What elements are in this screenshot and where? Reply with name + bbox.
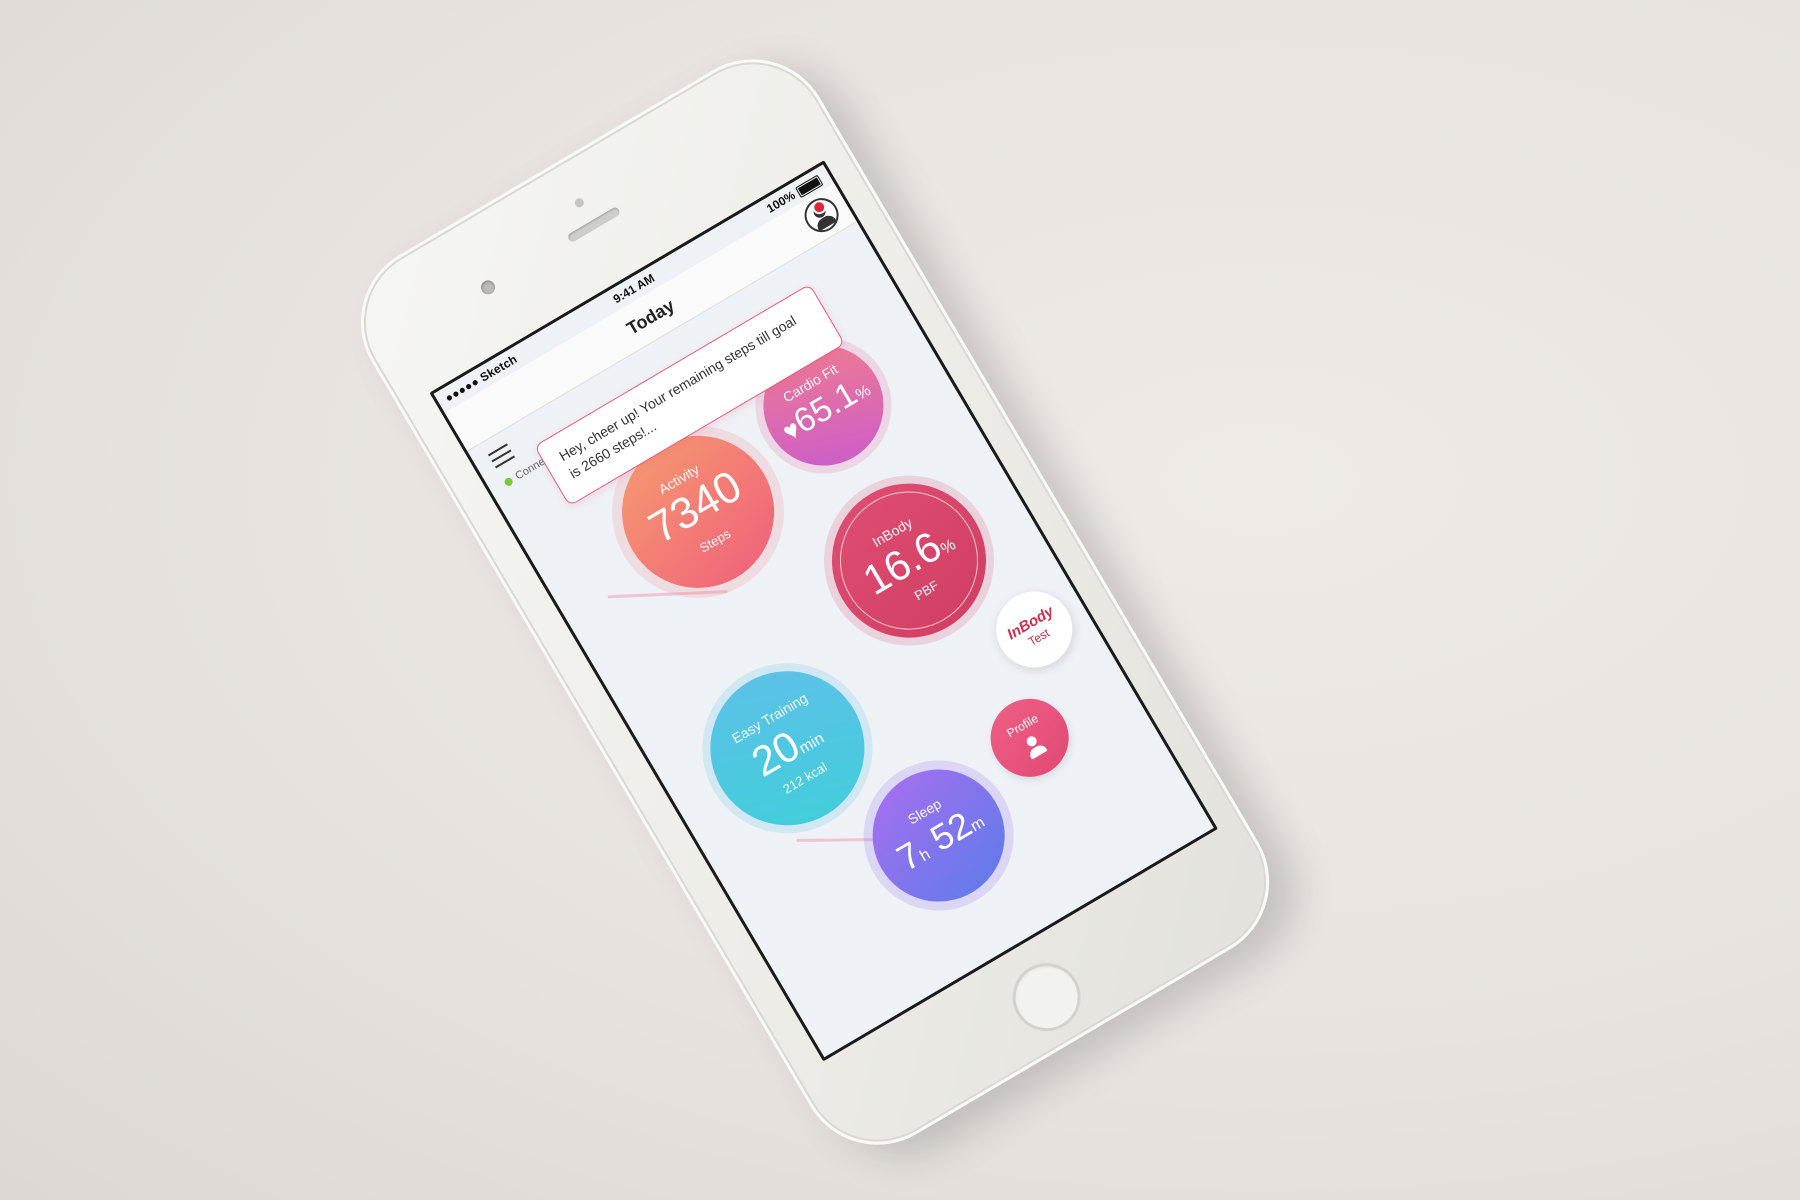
front-camera <box>478 277 498 297</box>
inbody-bubble[interactable]: InBody 16.6% PBF <box>803 455 1015 666</box>
person-icon <box>1021 732 1048 760</box>
proximity-sensor <box>573 196 586 210</box>
sleep-bubble[interactable]: Sleep 7h 52m <box>848 745 1030 926</box>
easy-training-bubble[interactable]: Easy Training 20min 212 kcal <box>681 642 893 854</box>
earpiece-speaker <box>566 205 622 244</box>
home-button[interactable] <box>1000 950 1094 1044</box>
connected-dot-icon <box>503 476 515 488</box>
app-screen: ●●●●● Sketch 9:41 AM 100% Today Connecte… <box>429 160 1218 1062</box>
notification-badge <box>809 197 829 217</box>
inbody-test-button[interactable]: InBody Test <box>982 577 1087 682</box>
phone: ●●●●● Sketch 9:41 AM 100% Today Connecte… <box>332 30 1298 1174</box>
hamburger-menu-icon[interactable] <box>487 443 516 469</box>
desk-background: ●●●●● Sketch 9:41 AM 100% Today Connecte… <box>0 0 1800 1200</box>
profile-button[interactable]: Profile <box>976 684 1084 792</box>
